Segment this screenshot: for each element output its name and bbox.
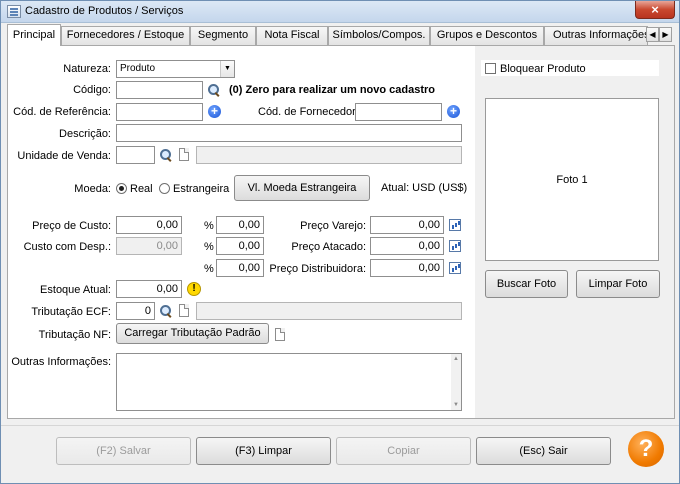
document-icon[interactable] [275,328,285,341]
search-icon[interactable] [207,83,221,97]
tab-grupos-descontos[interactable]: Grupos e Descontos [430,26,544,45]
preco-varejo-input[interactable]: 0,00 [370,216,444,234]
percent-sign: % [204,263,214,275]
natureza-select[interactable]: Produto ▼ [116,60,235,78]
add-referencia-icon[interactable]: + [208,105,221,118]
preco-varejo-label: Preço Varejo: [300,220,366,232]
tab-nota-fiscal[interactable]: Nota Fiscal [256,26,328,45]
estoque-atual-label: Estoque Atual: [40,284,111,296]
carregar-tributacao-button[interactable]: Carregar Tributação Padrão [116,323,269,344]
cod-fornecedor-label: Cód. de Fornecedor: [258,106,359,118]
tributacao-ecf-descricao-field [196,302,462,320]
document-icon[interactable] [179,304,189,317]
sair-button[interactable]: (Esc) Sair [476,437,611,465]
chevron-down-icon: ▼ [220,61,234,77]
percent-sign: % [204,241,214,253]
atual-moeda-text: Atual: USD (US$) [381,182,468,194]
salvar-button[interactable]: (F2) Salvar [56,437,191,465]
photo-frame: Foto 1 [485,98,659,261]
product-registration-window: Cadastro de Produtos / Serviços × Princi… [0,0,680,484]
title-bar: Cadastro de Produtos / Serviços × [1,1,679,23]
footer-divider [1,425,679,426]
codigo-label: Código: [73,84,111,96]
codigo-hint: (0) Zero para realizar um novo cadastro [229,84,436,96]
app-icon [7,5,21,18]
chart-icon[interactable] [449,240,461,252]
moeda-estrangeira-radio[interactable] [159,183,170,194]
window-title: Cadastro de Produtos / Serviços [25,5,184,17]
moeda-real-radio[interactable] [116,183,127,194]
moeda-label: Moeda: [74,183,111,195]
foto-label: Foto 1 [556,174,588,186]
cod-referencia-input[interactable] [116,103,203,121]
scrollbar[interactable]: ▲ ▼ [451,354,461,410]
moeda-real-label: Real [130,183,153,195]
tab-outras-informacoes[interactable]: Outras Informações [544,26,648,45]
tab-scroll-left-icon[interactable]: ◀ [646,27,659,42]
photo-panel: Bloquear Produto Foto 1 Buscar Foto Limp… [475,46,674,418]
natureza-label: Natureza: [63,63,111,75]
cod-referencia-label: Cód. de Referência: [13,106,111,118]
close-button[interactable]: × [635,1,675,19]
preco-distribuidora-input[interactable]: 0,00 [370,259,444,277]
tributacao-nf-label: Tributação NF: [38,329,111,341]
estoque-atual-field[interactable]: 0,00 [116,280,182,298]
vl-moeda-estrangeira-button[interactable]: Vl. Moeda Estrangeira [234,175,370,201]
preco-atacado-input[interactable]: 0,00 [370,237,444,255]
perc-distribuidora-input[interactable]: 0,00 [216,259,264,277]
help-icon[interactable]: ? [628,431,664,467]
bloquear-produto-label: Bloquear Produto [500,63,586,75]
add-fornecedor-icon[interactable]: + [447,105,460,118]
search-icon[interactable] [159,148,173,162]
bloquear-produto-checkbox[interactable] [485,63,496,74]
descricao-label: Descrição: [59,128,111,140]
perc-varejo-input[interactable]: 0,00 [216,216,264,234]
cod-fornecedor-input[interactable] [355,103,442,121]
codigo-input[interactable] [116,81,203,99]
tributacao-ecf-label: Tributação ECF: [31,306,111,318]
custo-desp-label: Custo com Desp.: [23,241,111,253]
tab-segmento[interactable]: Segmento [190,26,256,45]
limpar-button[interactable]: (F3) Limpar [196,437,331,465]
preco-custo-label: Preço de Custo: [32,220,111,232]
tab-strip: Principal Fornecedores / Estoque Segment… [7,24,675,46]
descricao-input[interactable] [116,124,462,142]
unidade-venda-label: Unidade de Venda: [17,150,111,162]
outras-informacoes-label: Outras Informações: [11,356,111,368]
copiar-button[interactable]: Copiar [336,437,471,465]
tab-principal[interactable]: Principal [7,24,61,46]
tributacao-ecf-input[interactable]: 0 [116,302,155,320]
preco-distribuidora-label: Preço Distribuidora: [269,263,366,275]
chart-icon[interactable] [449,262,461,274]
moeda-estrangeira-label: Estrangeira [173,183,230,195]
scroll-down-icon[interactable]: ▼ [451,400,461,410]
limpar-foto-button[interactable]: Limpar Foto [576,270,660,298]
custo-desp-field: 0,00 [116,237,182,255]
search-icon[interactable] [159,304,173,318]
preco-atacado-label: Preço Atacado: [291,241,366,253]
scroll-up-icon[interactable]: ▲ [451,354,461,364]
natureza-value: Produto [120,63,156,74]
buscar-foto-button[interactable]: Buscar Foto [485,270,568,298]
preco-custo-input[interactable]: 0,00 [116,216,182,234]
warning-icon: ! [187,282,201,296]
perc-atacado-input[interactable]: 0,00 [216,237,264,255]
outras-informacoes-textarea[interactable]: ▲ ▼ [116,353,462,411]
tab-scroll-right-icon[interactable]: ▶ [659,27,672,42]
percent-sign: % [204,220,214,232]
unidade-venda-input[interactable] [116,146,155,164]
tab-simbolos-compos[interactable]: Símbolos/Compos. [328,26,430,45]
chart-icon[interactable] [449,219,461,231]
document-icon[interactable] [179,148,189,161]
tab-fornecedores-estoque[interactable]: Fornecedores / Estoque [61,26,190,45]
unidade-descricao-field [196,146,462,164]
